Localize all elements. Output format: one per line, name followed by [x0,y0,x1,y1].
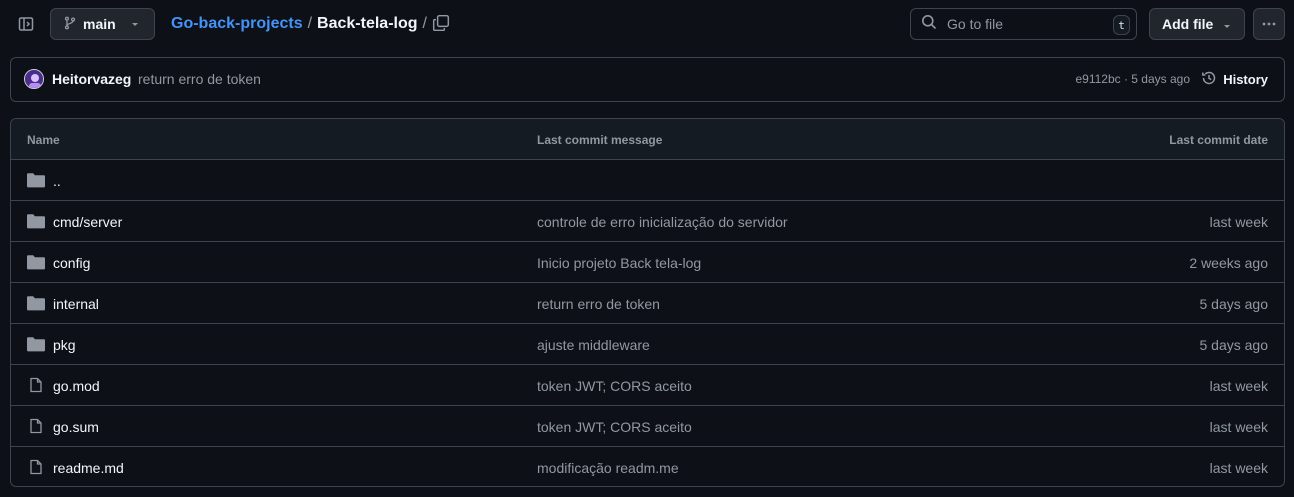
copy-path-icon[interactable] [432,14,452,34]
commit-message-link[interactable]: return erro de token [537,296,660,312]
commit-hash-and-time[interactable]: e9112bc · 5 days ago [1075,72,1190,86]
avatar[interactable] [24,69,44,89]
commit-date: 5 days ago [1199,296,1269,312]
add-file-button[interactable]: Add file [1149,8,1245,40]
commit-date: 5 days ago [1199,337,1269,353]
breadcrumb-current-folder: Back-tela-log [317,15,418,32]
file-icon [27,377,45,393]
column-header-date: Last commit date [1169,133,1268,147]
file-list-table: Name Last commit message Last commit dat… [10,118,1285,487]
file-name-link[interactable]: config [53,255,90,271]
file-name-link[interactable]: internal [53,296,99,312]
file-name-link[interactable]: go.mod [53,378,100,394]
git-branch-icon [63,16,77,33]
history-label: History [1223,72,1268,87]
history-clock-icon [1201,70,1217,89]
latest-commit-bar: Heitorvazeg return erro de token e9112bc… [10,57,1285,102]
folder-icon [27,295,45,311]
commit-message-link[interactable]: token JWT; CORS aceito [537,419,692,435]
folder-icon [27,254,45,270]
file-name-link[interactable]: go.sum [53,419,99,435]
file-icon [27,418,45,434]
repo-topbar: main Go-back-projects / Back-tela-log / … [0,0,1294,48]
table-header: Name Last commit message Last commit dat… [11,119,1284,160]
table-row[interactable]: cmd/server controle de erro inicializaçã… [11,201,1284,242]
commit-message-link[interactable]: Inicio projeto Back tela-log [537,255,701,271]
file-name-link[interactable]: .. [53,173,61,189]
sidebar-toggle-icon[interactable] [14,12,38,36]
commit-date: last week [1209,214,1268,230]
table-row[interactable]: go.mod token JWT; CORS aceito last week [11,365,1284,406]
file-name-link[interactable]: pkg [53,337,76,353]
chevron-down-icon [130,16,140,32]
keyboard-shortcut-hint: t [1113,15,1130,35]
commit-message[interactable]: return erro de token [138,71,261,87]
go-to-file-search[interactable]: t [910,8,1137,40]
table-row[interactable]: .. [11,160,1284,201]
commit-message-link[interactable]: modificação readm.me [537,460,679,476]
file-icon [27,459,45,475]
commit-date: last week [1209,378,1268,394]
folder-icon [27,172,45,188]
file-name-link[interactable]: cmd/server [53,214,122,230]
commit-date: last week [1209,419,1268,435]
branch-selector-button[interactable]: main [50,8,155,40]
commit-message-link[interactable]: ajuste middleware [537,337,650,353]
breadcrumb-repo-link[interactable]: Go-back-projects [171,15,303,33]
commit-author[interactable]: Heitorvazeg [52,71,131,87]
table-row[interactable]: go.sum token JWT; CORS aceito last week [11,406,1284,447]
breadcrumb-separator: / [422,15,427,32]
file-name-link[interactable]: readme.md [53,460,124,476]
add-file-label: Add file [1162,16,1214,32]
folder-icon [27,213,45,229]
go-to-file-input[interactable] [945,15,1105,33]
history-button[interactable]: History [1201,70,1268,89]
table-row[interactable]: internal return erro de token 5 days ago [11,283,1284,324]
branch-name: main [83,16,116,32]
commit-date: 2 weeks ago [1189,255,1268,271]
table-row[interactable]: pkg ajuste middleware 5 days ago [11,324,1284,365]
folder-icon [27,336,45,352]
commit-message-link[interactable]: token JWT; CORS aceito [537,378,692,394]
more-options-kebab-icon[interactable] [1253,8,1285,40]
column-header-name: Name [27,133,60,147]
breadcrumb-separator: / [307,15,313,32]
commit-date: last week [1209,460,1268,476]
column-header-message: Last commit message [537,133,663,147]
breadcrumb: Go-back-projects / Back-tela-log / [171,13,432,35]
table-row[interactable]: readme.md modificação readm.me last week [11,447,1284,486]
table-row[interactable]: config Inicio projeto Back tela-log 2 we… [11,242,1284,283]
commit-message-link[interactable]: controle de erro inicialização do servid… [537,214,788,230]
search-icon [921,14,937,35]
chevron-down-icon [1222,18,1232,34]
